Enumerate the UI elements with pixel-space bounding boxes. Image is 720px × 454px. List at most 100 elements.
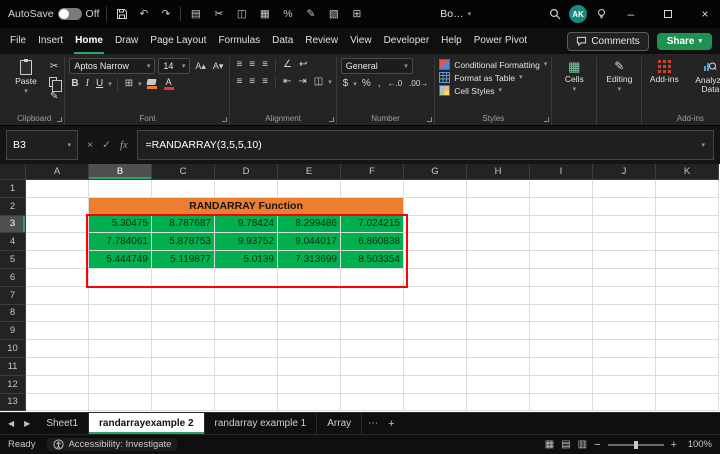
grid-cell-H12[interactable] bbox=[467, 375, 530, 394]
zoom-level[interactable]: 100% bbox=[684, 439, 712, 450]
grid-cell-G12[interactable] bbox=[404, 375, 467, 394]
grid-cell-D12[interactable] bbox=[215, 375, 278, 394]
grid-cell-G10[interactable] bbox=[404, 340, 467, 358]
row-header-1[interactable]: 1 bbox=[0, 180, 26, 198]
grid-cell-K3[interactable] bbox=[656, 215, 719, 234]
grid-cell-A8[interactable] bbox=[26, 304, 89, 323]
grid-cell-H13[interactable] bbox=[467, 393, 530, 412]
grid-cell-F3[interactable]: 7.024215 bbox=[341, 215, 404, 234]
merge-center-icon[interactable]: ◫ bbox=[312, 75, 325, 89]
grid-cell-F13[interactable] bbox=[341, 393, 404, 412]
grid-cell-K8[interactable] bbox=[656, 304, 719, 323]
grid-cell-D5[interactable]: 5.0139 bbox=[215, 251, 278, 269]
grid-cell-I2[interactable] bbox=[530, 197, 593, 216]
row-header-7[interactable]: 7 bbox=[0, 286, 26, 305]
grid-cell-C5[interactable]: 5.119877 bbox=[152, 251, 215, 269]
grid-cell-C7[interactable] bbox=[152, 286, 215, 305]
grid-cell-D11[interactable] bbox=[215, 357, 278, 376]
grid-cell-B9[interactable] bbox=[89, 322, 152, 341]
grid-cell-A5[interactable] bbox=[26, 251, 89, 269]
grid-cell-K13[interactable] bbox=[656, 393, 719, 412]
grid-cell-A7[interactable] bbox=[26, 286, 89, 305]
grid-cell-I12[interactable] bbox=[530, 375, 593, 394]
sheet-nav-right-icon[interactable]: ▶ bbox=[20, 419, 34, 428]
column-header-A[interactable]: A bbox=[26, 164, 89, 180]
row-header-5[interactable]: 5 bbox=[0, 251, 26, 269]
close-button[interactable]: × bbox=[690, 0, 720, 28]
percent-style-icon[interactable]: % bbox=[280, 8, 295, 20]
grid-cell-D6[interactable] bbox=[215, 268, 278, 287]
undo-icon[interactable]: ↶ bbox=[136, 8, 151, 20]
grid-cell-C9[interactable] bbox=[152, 322, 215, 341]
grid-cell-J11[interactable] bbox=[593, 357, 656, 376]
decrease-decimal-icon[interactable]: .00→ bbox=[407, 77, 430, 91]
grid-cell-J5[interactable] bbox=[593, 251, 656, 269]
page-layout-view-icon[interactable]: ▤ bbox=[561, 439, 570, 450]
align-left-icon[interactable]: ≡ bbox=[234, 75, 244, 89]
lightbulb-icon[interactable] bbox=[594, 8, 609, 20]
paste-button[interactable]: Paste ▾ bbox=[8, 58, 44, 97]
grid-cell-I3[interactable] bbox=[530, 215, 593, 234]
cut-icon[interactable]: ✂ bbox=[48, 60, 60, 74]
grid-cell-J3[interactable] bbox=[593, 215, 656, 234]
row-header-8[interactable]: 8 bbox=[0, 304, 26, 323]
grid-cell-H4[interactable] bbox=[467, 233, 530, 252]
grid-cell-E12[interactable] bbox=[278, 375, 341, 394]
menu-tab-help[interactable]: Help bbox=[435, 28, 468, 54]
font-name-select[interactable]: Aptos Narrow ▾ bbox=[69, 58, 156, 74]
grid-cell-B6[interactable] bbox=[89, 268, 152, 287]
workbook-title[interactable]: Bo… ▾ bbox=[440, 8, 471, 20]
grid-cell-D1[interactable] bbox=[215, 180, 278, 198]
row-header-10[interactable]: 10 bbox=[0, 340, 26, 358]
grid-cell-A11[interactable] bbox=[26, 357, 89, 376]
number-dialog-launcher-icon[interactable] bbox=[427, 117, 433, 122]
grid-cell-I6[interactable] bbox=[530, 268, 593, 287]
grid-cell-D8[interactable] bbox=[215, 304, 278, 323]
formula-bar-expand-icon[interactable]: ▾ bbox=[701, 142, 705, 149]
grid-cell-C11[interactable] bbox=[152, 357, 215, 376]
grid-cell-H9[interactable] bbox=[467, 322, 530, 341]
comma-icon[interactable]: , bbox=[376, 77, 383, 91]
grid-cell-I7[interactable] bbox=[530, 286, 593, 305]
grid-cell-A4[interactable] bbox=[26, 233, 89, 252]
grid-cell-G1[interactable] bbox=[404, 180, 467, 198]
grid-cell-E13[interactable] bbox=[278, 393, 341, 412]
grid-cell-G13[interactable] bbox=[404, 393, 467, 412]
grid-cell-C3[interactable]: 8.787687 bbox=[152, 215, 215, 234]
more-sheets-icon[interactable]: ⋯ bbox=[364, 418, 382, 429]
align-center-icon[interactable]: ≡ bbox=[247, 75, 257, 89]
row-header-3[interactable]: 3 bbox=[0, 215, 26, 234]
avatar[interactable]: AK bbox=[569, 5, 587, 23]
select-all-corner[interactable] bbox=[0, 164, 26, 180]
sheet-nav-left-icon[interactable]: ◀ bbox=[4, 419, 18, 428]
grid-cell-A13[interactable] bbox=[26, 393, 89, 412]
increase-decimal-icon[interactable]: ←.0 bbox=[386, 77, 405, 91]
row-header-4[interactable]: 4 bbox=[0, 233, 26, 252]
column-header-G[interactable]: G bbox=[404, 164, 467, 180]
grid-cell-B12[interactable] bbox=[89, 375, 152, 394]
grid-cell-C10[interactable] bbox=[152, 340, 215, 358]
share-button[interactable]: Share ▾ bbox=[656, 32, 712, 50]
menu-tab-data[interactable]: Data bbox=[266, 28, 299, 54]
fill-color-icon[interactable] bbox=[145, 79, 159, 89]
cancel-icon[interactable]: × bbox=[87, 139, 93, 151]
menu-tab-formulas[interactable]: Formulas bbox=[212, 28, 266, 54]
grid-cell-G3[interactable] bbox=[404, 215, 467, 234]
conditional-formatting-button[interactable]: Conditional Formatting ▾ bbox=[439, 59, 547, 70]
save-icon[interactable] bbox=[114, 8, 129, 20]
grid-cell-B4[interactable]: 7.784061 bbox=[89, 233, 152, 252]
grid-cell-G4[interactable] bbox=[404, 233, 467, 252]
grid-cell-C6[interactable] bbox=[152, 268, 215, 287]
grid-cell-A2[interactable] bbox=[26, 197, 89, 216]
grid-cell-D10[interactable] bbox=[215, 340, 278, 358]
grid-cell-E4[interactable]: 9.044017 bbox=[278, 233, 341, 252]
grid-cell-A1[interactable] bbox=[26, 180, 89, 198]
menu-tab-file[interactable]: File bbox=[4, 28, 32, 54]
shrink-font-icon[interactable]: A▾ bbox=[211, 59, 226, 73]
menu-tab-view[interactable]: View bbox=[344, 28, 378, 54]
number-format-select[interactable]: General ▾ bbox=[340, 58, 413, 74]
grid-cell-B3[interactable]: 5.30475 bbox=[89, 215, 152, 234]
column-header-K[interactable]: K bbox=[656, 164, 719, 180]
row-header-12[interactable]: 12 bbox=[0, 375, 26, 394]
grid-cell-I10[interactable] bbox=[530, 340, 593, 358]
